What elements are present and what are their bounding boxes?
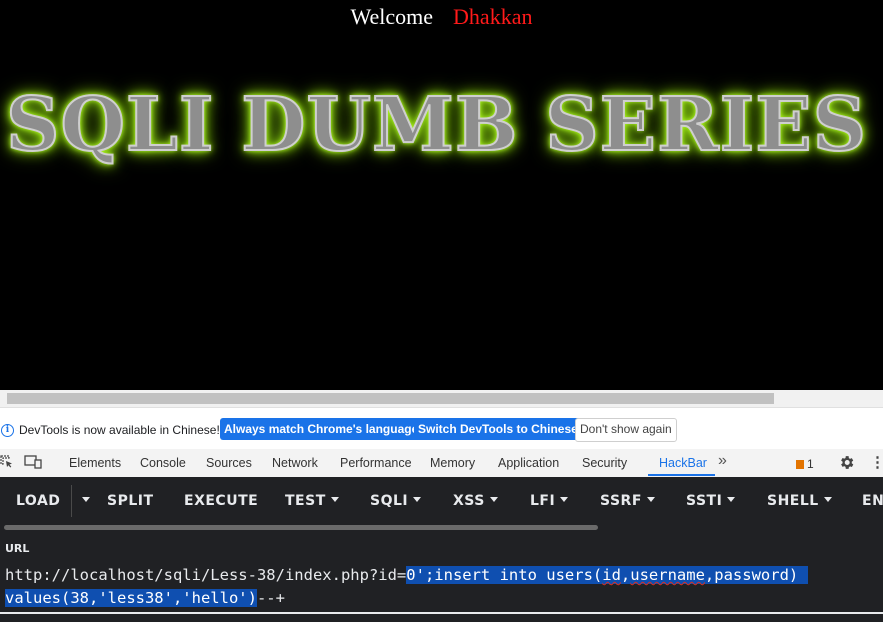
shell-menu-button[interactable]: SHELL xyxy=(767,493,832,509)
url-panel: URL http://localhost/sqli/Less-38/index.… xyxy=(0,531,883,622)
load-dropdown-icon[interactable] xyxy=(77,493,90,509)
infobar-message: DevTools is now available in Chinese! xyxy=(19,423,220,437)
scrollbar-thumb[interactable] xyxy=(7,393,774,404)
execute-button[interactable]: EXECUTE xyxy=(184,493,258,509)
url-label: URL xyxy=(5,542,30,555)
devtools-infobar: i DevTools is now available in Chinese! … xyxy=(0,407,883,450)
hackbar-toolbar: LOAD SPLIT EXECUTE TEST SQLI XSS LFI SSR… xyxy=(0,477,883,525)
split-button[interactable]: SPLIT xyxy=(107,493,154,509)
welcome-text: Welcome xyxy=(350,4,434,29)
match-language-button[interactable]: Always match Chrome's language xyxy=(220,418,423,440)
encoding-menu-button[interactable]: EN xyxy=(862,493,883,509)
horizontal-scrollbar[interactable] xyxy=(0,390,883,407)
load-separator xyxy=(71,485,72,517)
more-tabs-icon[interactable]: » xyxy=(718,452,727,470)
inspect-element-icon[interactable] xyxy=(0,455,14,472)
more-options-icon[interactable]: ⋮ xyxy=(870,453,883,471)
tab-network[interactable]: Network xyxy=(272,456,318,470)
url-textarea[interactable]: http://localhost/sqli/Less-38/index.php?… xyxy=(5,564,877,610)
banner-title: SQLI DUMB SERIES xyxy=(5,81,868,169)
tab-hackbar[interactable]: HackBar xyxy=(659,456,707,470)
tab-sources[interactable]: Sources xyxy=(206,456,252,470)
sqli-menu-button[interactable]: SQLI xyxy=(370,493,422,509)
issues-badge[interactable]: 1 xyxy=(796,457,814,471)
tab-console[interactable]: Console xyxy=(140,456,186,470)
tab-application[interactable]: Application xyxy=(498,456,559,470)
tab-memory[interactable]: Memory xyxy=(430,456,475,470)
active-tab-indicator xyxy=(648,474,715,476)
info-icon: i xyxy=(1,424,14,437)
xss-menu-button[interactable]: XSS xyxy=(453,493,498,509)
page-viewport: Welcome Dhakkan SQLI DUMB SERIES xyxy=(0,0,883,390)
issue-flag-icon xyxy=(796,460,804,469)
dont-show-again-button[interactable]: Don't show again xyxy=(575,418,677,442)
device-toolbar-icon[interactable] xyxy=(24,455,42,472)
settings-gear-icon[interactable] xyxy=(838,454,855,474)
url-field-underline xyxy=(0,612,883,614)
switch-to-chinese-button[interactable]: Switch DevTools to Chinese xyxy=(414,418,582,440)
load-button[interactable]: LOAD xyxy=(16,493,60,509)
issues-count: 1 xyxy=(807,457,814,471)
tab-security[interactable]: Security xyxy=(582,456,627,470)
devtools-tab-strip: Elements Console Sources Network Perform… xyxy=(0,449,883,478)
ssti-menu-button[interactable]: SSTI xyxy=(686,493,736,509)
tab-performance[interactable]: Performance xyxy=(340,456,412,470)
user-name: Dhakkan xyxy=(453,4,533,29)
welcome-line: Welcome Dhakkan xyxy=(0,4,883,30)
lfi-menu-button[interactable]: LFI xyxy=(530,493,569,509)
ssrf-menu-button[interactable]: SSRF xyxy=(600,493,655,509)
tab-elements[interactable]: Elements xyxy=(69,456,121,470)
test-menu-button[interactable]: TEST xyxy=(285,493,339,509)
toolbar-scrollbar-thumb[interactable] xyxy=(4,525,598,530)
